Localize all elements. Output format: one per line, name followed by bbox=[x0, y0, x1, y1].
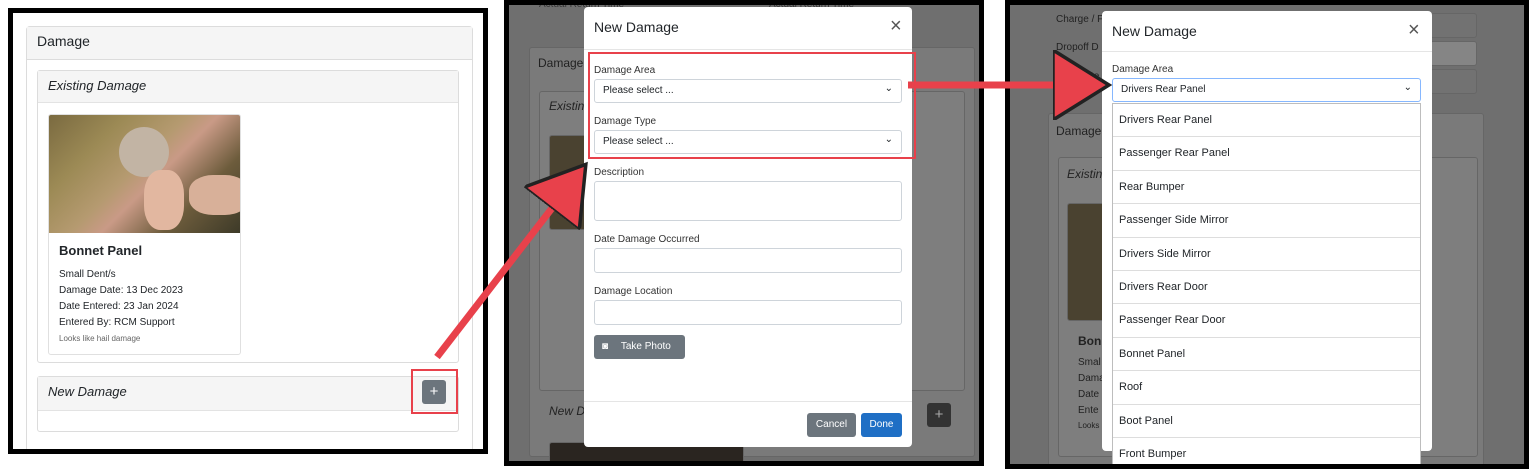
damage-area-options: Drivers Rear Panel Passenger Rear Panel Re… bbox=[1112, 103, 1421, 464]
damage-item-type: Small Dent/s bbox=[59, 269, 116, 280]
bg-input-3 bbox=[1430, 69, 1477, 94]
bg-existing-title: Existin bbox=[1067, 167, 1103, 181]
dropdown-option[interactable]: Passenger Side Mirror bbox=[1113, 204, 1420, 238]
bg-damage-title: Damage bbox=[1056, 124, 1102, 138]
bg-item-line-1: Smal bbox=[1078, 357, 1101, 368]
existing-damage-card: Existing Damage Bonnet Panel Small Dent/… bbox=[37, 70, 459, 363]
bg-item-title: Bon bbox=[1078, 334, 1102, 348]
chevron-down-icon: ⌄ bbox=[1403, 82, 1412, 93]
damage-item-entered: Date Entered: 23 Jan 2024 bbox=[59, 301, 179, 312]
damage-location-label: Damage Location bbox=[594, 286, 673, 297]
damage-area-select[interactable]: Drivers Rear Panel ⌄ bbox=[1112, 78, 1421, 102]
dropdown-option[interactable]: Rear Bumper bbox=[1113, 171, 1420, 205]
bg-item-line-4: Ente bbox=[1078, 405, 1099, 416]
dropdown-option[interactable]: Roof bbox=[1113, 371, 1420, 405]
close-icon[interactable]: × bbox=[1408, 19, 1420, 42]
description-input[interactable] bbox=[594, 181, 902, 221]
bg-item-note: Looks bbox=[1078, 421, 1100, 430]
bg-damage-title: Damage bbox=[538, 56, 584, 70]
dropdown-option[interactable]: Front Bumper bbox=[1113, 438, 1420, 464]
damage-area-label: Damage Area bbox=[1112, 64, 1174, 75]
done-button[interactable]: Done bbox=[861, 413, 902, 437]
damage-item-title: Bonnet Panel bbox=[59, 243, 143, 258]
damage-item-date: Damage Date: 13 Dec 2023 bbox=[59, 285, 183, 296]
dropdown-option[interactable]: Passenger Rear Panel bbox=[1113, 137, 1420, 171]
new-damage-modal-panel: Actual Return Time Actual Return Time Da… bbox=[504, 0, 984, 466]
damage-card-title: Damage bbox=[27, 27, 472, 60]
damage-photo[interactable] bbox=[49, 115, 240, 233]
cancel-button[interactable]: Cancel bbox=[807, 413, 856, 437]
dropdown-option[interactable]: Passenger Rear Door bbox=[1113, 304, 1420, 338]
existing-damage-title: Existing Damage bbox=[38, 71, 458, 103]
new-damage-title: New Damage bbox=[38, 377, 458, 411]
dropdown-option[interactable]: Boot Panel bbox=[1113, 405, 1420, 438]
add-button-highlight bbox=[411, 369, 458, 414]
dropdown-option[interactable]: Drivers Rear Door bbox=[1113, 271, 1420, 305]
damage-panel: Damage Existing Damage Bonnet Panel Smal… bbox=[8, 8, 488, 454]
damage-area-dropdown-panel: Charge / F Dropoff D Actual Re Damage Ex… bbox=[1005, 0, 1529, 469]
modal-title: New Damage bbox=[594, 19, 679, 35]
bg-item-line-3: Date bbox=[1078, 389, 1100, 400]
bg-actual-label: Actual Re bbox=[1056, 71, 1100, 82]
bg-item-line-2: Dama bbox=[1078, 373, 1105, 384]
damage-area-value: Drivers Rear Panel bbox=[1121, 84, 1206, 95]
bg-photo bbox=[549, 135, 589, 230]
damage-card: Damage Existing Damage Bonnet Panel Smal… bbox=[26, 26, 473, 449]
bg-input-1 bbox=[1430, 13, 1477, 38]
damage-item-card[interactable]: Bonnet Panel Small Dent/s Damage Date: 1… bbox=[48, 114, 241, 355]
take-photo-label: Take Photo bbox=[620, 341, 671, 352]
bg-photo bbox=[1067, 203, 1107, 321]
date-occurred-label: Date Damage Occurred bbox=[594, 234, 700, 245]
bg-dropoff-label: Dropoff D bbox=[1056, 42, 1099, 53]
camera-icon: ◙ bbox=[602, 341, 609, 352]
close-icon[interactable]: × bbox=[890, 15, 902, 38]
damage-item-entered-by: Entered By: RCM Support bbox=[59, 317, 175, 328]
bg-charge-label: Charge / F bbox=[1056, 14, 1104, 25]
dropdown-option[interactable]: Drivers Side Mirror bbox=[1113, 238, 1420, 271]
bg-new-title: New D bbox=[549, 404, 586, 418]
dropdown-option[interactable]: Drivers Rear Panel bbox=[1113, 104, 1420, 138]
bg-add-button: + bbox=[927, 403, 951, 427]
damage-item-note: Looks like hail damage bbox=[59, 334, 141, 343]
modal-title: New Damage bbox=[1112, 23, 1197, 39]
new-damage-card: New Damage bbox=[37, 376, 459, 432]
take-photo-button[interactable]: ◙ Take Photo bbox=[594, 335, 685, 359]
select-fields-highlight bbox=[588, 52, 916, 159]
dropdown-option[interactable]: Bonnet Panel bbox=[1113, 338, 1420, 372]
date-occurred-input[interactable] bbox=[594, 248, 902, 273]
damage-location-input[interactable] bbox=[594, 300, 902, 325]
description-label: Description bbox=[594, 167, 645, 178]
bg-input-2 bbox=[1430, 41, 1477, 66]
